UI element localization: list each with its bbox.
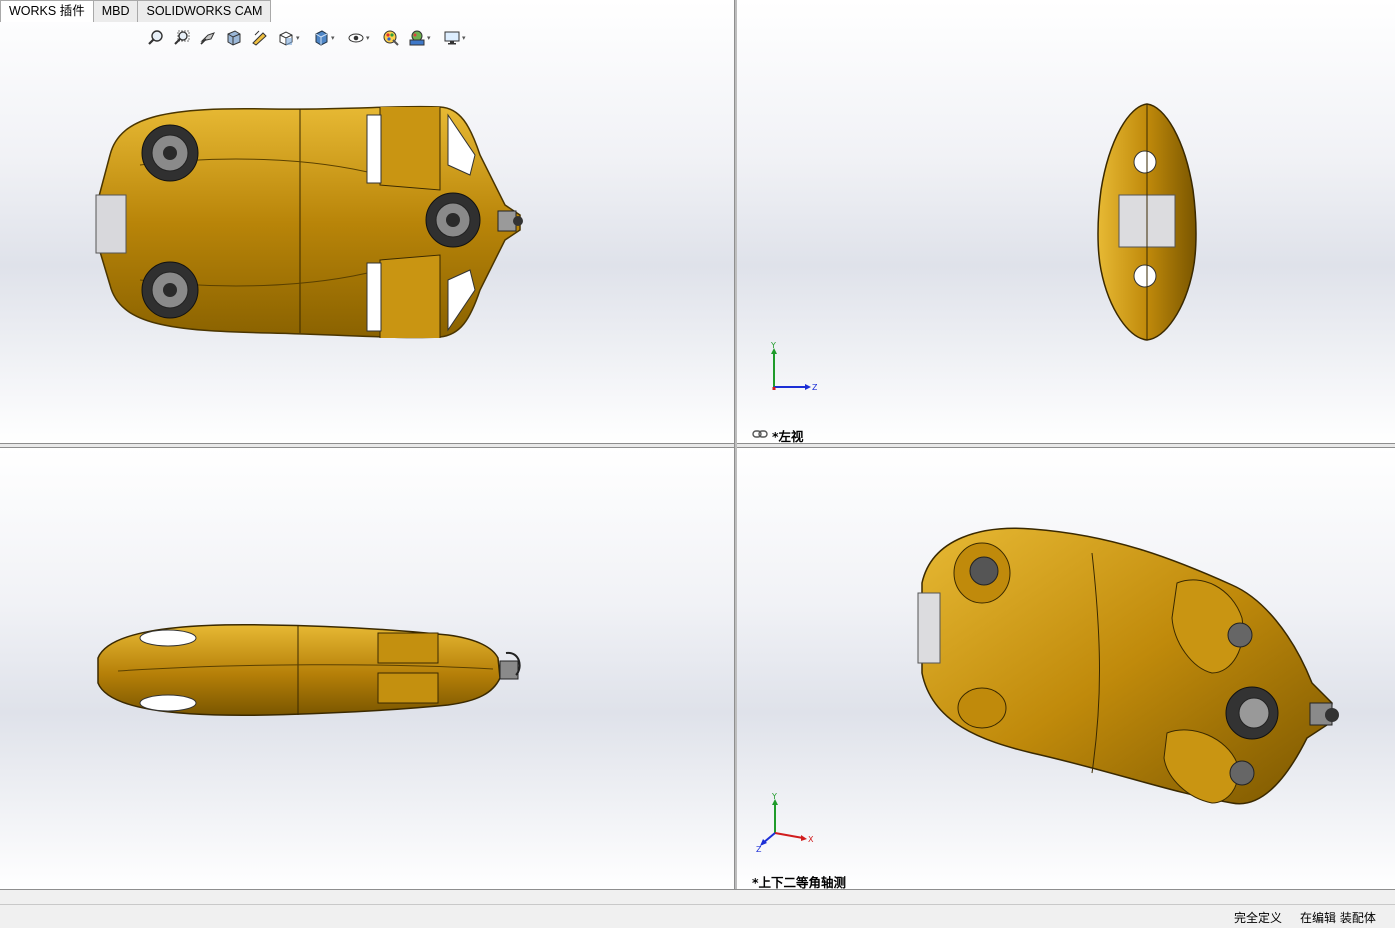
viewport-left-view[interactable]: Y Z *左视	[737, 0, 1395, 443]
apply-scene-icon[interactable]	[407, 28, 427, 48]
rov-model-top-view[interactable]	[80, 95, 540, 350]
chevron-down-icon[interactable]: ▾	[427, 34, 434, 42]
tab-solidworks-cam[interactable]: SOLIDWORKS CAM	[137, 0, 272, 22]
display-style-icon[interactable]	[311, 28, 331, 48]
rov-model-isometric-view[interactable]	[912, 523, 1342, 813]
view-label-isometric: *上下二等角轴测	[752, 875, 847, 889]
chevron-down-icon[interactable]: ▾	[296, 34, 303, 42]
status-bar: 完全定义 在编辑 装配体	[0, 904, 1395, 928]
dynamic-annotation-icon[interactable]	[250, 28, 270, 48]
axis-y-label: Y	[770, 341, 776, 350]
viewport-isometric-view[interactable]: Y X Z *上下二等角轴测	[737, 448, 1395, 889]
command-manager-tabs: WORKS 插件 MBD SOLIDWORKS CAM	[0, 0, 272, 22]
rov-model-front-view[interactable]	[88, 613, 528, 723]
hide-show-items-icon[interactable]	[346, 28, 366, 48]
chevron-down-icon[interactable]: ▾	[366, 34, 373, 42]
rov-model-left-view[interactable]	[1095, 100, 1205, 345]
edit-appearance-icon[interactable]	[381, 28, 401, 48]
section-view-icon[interactable]	[224, 28, 244, 48]
viewport-front-view[interactable]	[0, 448, 734, 889]
view-label-left: *左视	[772, 429, 804, 443]
viewport-horizontal-splitter[interactable]	[0, 443, 1395, 448]
zoom-to-fit-icon[interactable]	[146, 28, 166, 48]
axis-z-label: Z	[756, 845, 762, 853]
axis-x-label: X	[808, 835, 814, 844]
link-icon	[752, 428, 768, 442]
chevron-down-icon[interactable]: ▾	[331, 34, 338, 42]
view-settings-icon[interactable]	[442, 28, 462, 48]
tab-mbd[interactable]: MBD	[92, 0, 139, 22]
status-definition: 完全定义	[1234, 911, 1283, 925]
triad-axes-left-view: Y Z	[770, 341, 817, 392]
viewport-top-view[interactable]	[0, 0, 734, 443]
triad-axes-isometric-view: Y X Z	[756, 793, 814, 853]
axis-y-label: Y	[771, 793, 777, 801]
zoom-to-area-icon[interactable]	[172, 28, 192, 48]
horizontal-scroll-strip	[0, 889, 1395, 904]
previous-view-icon[interactable]	[198, 28, 218, 48]
heads-up-view-toolbar: ▾ ▾ ▾ ▾ ▾	[146, 26, 477, 50]
viewport-vertical-splitter[interactable]	[734, 0, 737, 889]
tab-solidworks-addins[interactable]: WORKS 插件	[0, 0, 94, 22]
axis-z-label: Z	[812, 383, 817, 392]
status-edit-mode: 在编辑 装配体	[1300, 911, 1376, 925]
chevron-down-icon[interactable]: ▾	[462, 34, 469, 42]
view-orientation-icon[interactable]	[276, 28, 296, 48]
